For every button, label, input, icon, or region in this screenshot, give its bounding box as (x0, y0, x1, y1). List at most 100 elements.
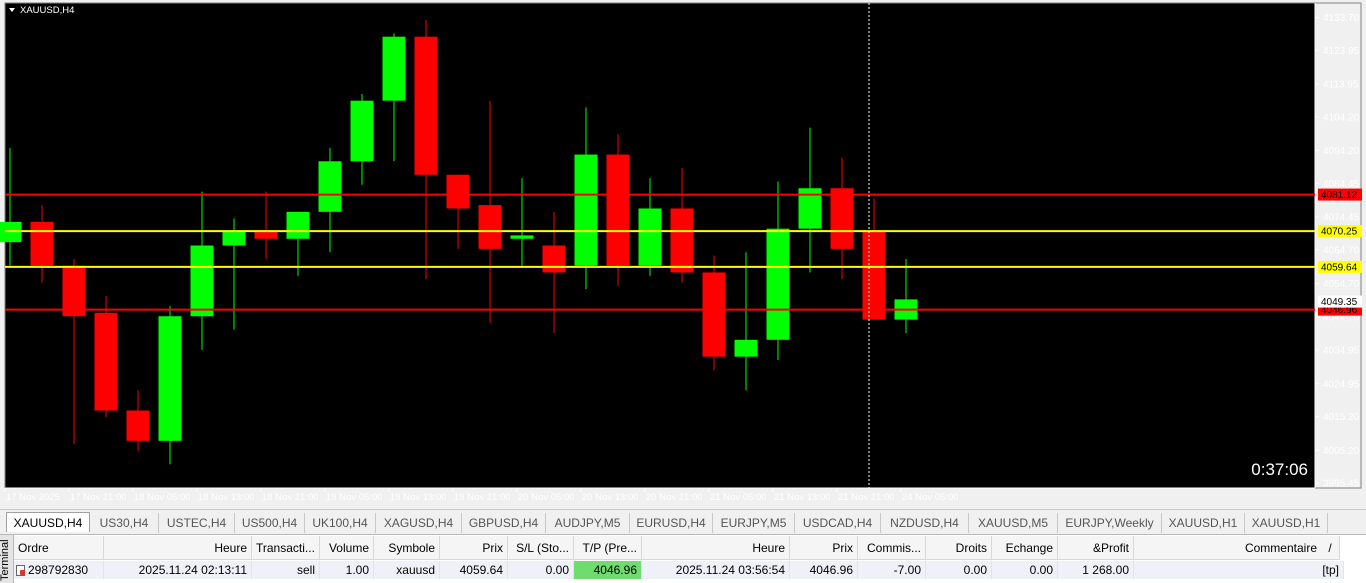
price-tick-label: 4005.20 (1323, 446, 1360, 457)
col-header-price[interactable]: Prix (440, 536, 508, 560)
open-price-cell: 4059.64 (440, 561, 508, 579)
bear-candle[interactable] (542, 245, 566, 273)
bull-candle[interactable] (510, 235, 534, 239)
tab-xagusd-h4[interactable]: XAGUSD,H4 (376, 513, 462, 533)
bull-candle[interactable] (318, 161, 342, 212)
bear-candle[interactable] (254, 232, 278, 239)
price-tick-label: 4074.45 (1323, 213, 1360, 224)
bull-candle[interactable] (158, 316, 182, 441)
time-tick-label: 24 Nov 05:00 (902, 492, 959, 503)
bull-candle[interactable] (734, 339, 758, 357)
tab-audjpy-m5[interactable]: AUDJPY,M5 (546, 513, 630, 533)
order-cell[interactable]: 298792830 (14, 561, 104, 579)
bull-candle[interactable] (190, 245, 214, 317)
col-header-time[interactable]: Heure (104, 536, 252, 560)
bull-candle[interactable] (286, 211, 310, 239)
tab-eurjpy-m5[interactable]: EURJPY,M5 (713, 513, 795, 533)
col-header-close-time[interactable]: Heure (642, 536, 790, 560)
time-tick-label: 21 Nov 05:00 (710, 492, 767, 503)
col-header-close-price[interactable]: Prix (790, 536, 858, 560)
col-header-comment[interactable]: Commentaire (1134, 536, 1340, 560)
type-cell: sell (252, 561, 320, 579)
price-level-label: 4081.12 (1321, 190, 1358, 201)
bear-candle[interactable] (830, 188, 854, 249)
bear-candle[interactable] (606, 154, 630, 266)
bear-candle[interactable] (30, 221, 54, 266)
chart-canvas[interactable]: 4133.70 4123.95 4113.95 4104.20 4094.20 4084.… (0, 0, 1366, 508)
sl-cell: 0.00 (508, 561, 574, 579)
bear-candle[interactable] (126, 410, 150, 441)
symbol-label: XAUUSD,H4 (20, 5, 74, 16)
time-tick-label: 20 Nov 21:00 (646, 492, 703, 503)
col-header-symbol[interactable]: Symbole (374, 536, 440, 560)
volume-cell: 1.00 (320, 561, 374, 579)
symbol-cell: xauusd (374, 561, 440, 579)
bull-candle[interactable] (382, 36, 406, 101)
bear-candle[interactable] (446, 174, 470, 209)
col-header-volume[interactable]: Volume (320, 536, 374, 560)
time-tick-label: 17 Nov 2025 (6, 492, 60, 503)
price-tick-label: 4094.20 (1323, 146, 1360, 157)
price-tick-label: 3995.45 (1323, 479, 1360, 490)
tab-usdcad-h4[interactable]: USDCAD,H4 (795, 513, 881, 533)
terminal-side-tab[interactable]: Terminal (0, 535, 14, 583)
col-header-swap[interactable]: Echange (992, 536, 1058, 560)
time-tick-label: 18 Nov 05:00 (134, 492, 191, 503)
price-tick-label: 4024.95 (1323, 379, 1360, 390)
time-tick-label: 21 Nov 13:00 (774, 492, 831, 503)
price-tick-label: 4113.95 (1323, 80, 1359, 91)
tab-us500-h4[interactable]: US500,H4 (235, 513, 305, 533)
bar-countdown: 0:37:06 (1251, 460, 1308, 479)
tab-gbpusd-h4[interactable]: GBPUSD,H4 (462, 513, 546, 533)
sort-arrow-icon[interactable]: / (1320, 536, 1340, 560)
tab-xauusd-h4[interactable]: XAUUSD,H4 (6, 512, 90, 532)
tab-xauusd-h1[interactable]: XAUUSD,H1 (1162, 513, 1245, 533)
bear-candle[interactable] (94, 312, 118, 411)
price-tick-label: 4123.95 (1323, 46, 1360, 57)
time-tick-label: 19 Nov 21:00 (454, 492, 511, 503)
bear-candle[interactable] (414, 36, 438, 175)
col-header-taxes[interactable]: Droits (926, 536, 992, 560)
tab-eurusd-h4[interactable]: EURUSD,H4 (630, 513, 713, 533)
price-chart[interactable]: 4133.70 4123.95 4113.95 4104.20 4094.20 4084.… (0, 0, 1366, 508)
price-tick-label: 4034.95 (1323, 346, 1360, 357)
bull-candle[interactable] (638, 208, 662, 266)
bear-candle[interactable] (478, 205, 502, 249)
price-tick-label: 4104.20 (1323, 112, 1360, 123)
comment-cell: [tp] (1134, 561, 1344, 579)
bid-price-label: 4049.35 (1321, 297, 1358, 308)
order-number: 298792830 (28, 563, 89, 577)
bull-candle[interactable] (222, 232, 246, 246)
price-tick-label: 4084.45 (1323, 179, 1360, 190)
time-tick-label: 17 Nov 21:00 (70, 492, 127, 503)
col-header-sl[interactable]: S/L (Sto... (508, 536, 574, 560)
bear-candle[interactable] (702, 272, 726, 357)
chart-tabs-bar: XAUUSD,H4 US30,H4 USTEC,H4 US500,H4 UK10… (0, 509, 1366, 534)
tab-ustec-h4[interactable]: USTEC,H4 (159, 513, 235, 533)
tab-eurjpy-weekly[interactable]: EURJPY,Weekly (1058, 513, 1162, 533)
bull-candle[interactable] (350, 100, 374, 162)
close-price-cell: 4046.96 (790, 561, 858, 579)
tab-xauusd-m5[interactable]: XAUUSD,M5 (969, 513, 1058, 533)
price-tick-label: 4015.20 (1323, 412, 1360, 423)
col-header-type[interactable]: Transacti... (252, 536, 320, 560)
tab-xauusd-h1-2[interactable]: XAUUSD,H1 (1245, 513, 1328, 533)
col-header-profit[interactable]: &Profit (1058, 536, 1134, 560)
commission-cell: -7.00 (858, 561, 926, 579)
col-header-order[interactable]: Ordre (14, 536, 104, 560)
taxes-cell: 0.00 (926, 561, 992, 579)
price-level-label: 4070.25 (1321, 227, 1358, 238)
bear-candle[interactable] (670, 208, 694, 273)
tab-us30-h4[interactable]: US30,H4 (90, 513, 159, 533)
col-header-commission[interactable]: Commis... (858, 536, 926, 560)
bull-candle[interactable] (766, 228, 790, 340)
bull-candle[interactable] (574, 154, 598, 266)
closed-order-icon (16, 565, 25, 576)
price-tick-label: 4133.70 (1323, 13, 1360, 24)
tab-nzdusd-h4[interactable]: NZDUSD,H4 (881, 513, 969, 533)
swap-cell: 0.00 (992, 561, 1058, 579)
bear-candle[interactable] (862, 232, 886, 320)
tab-uk100-h4[interactable]: UK100,H4 (305, 513, 376, 533)
profit-cell: 1 268.00 (1058, 561, 1134, 579)
col-header-tp[interactable]: T/P (Pre... (574, 536, 642, 560)
